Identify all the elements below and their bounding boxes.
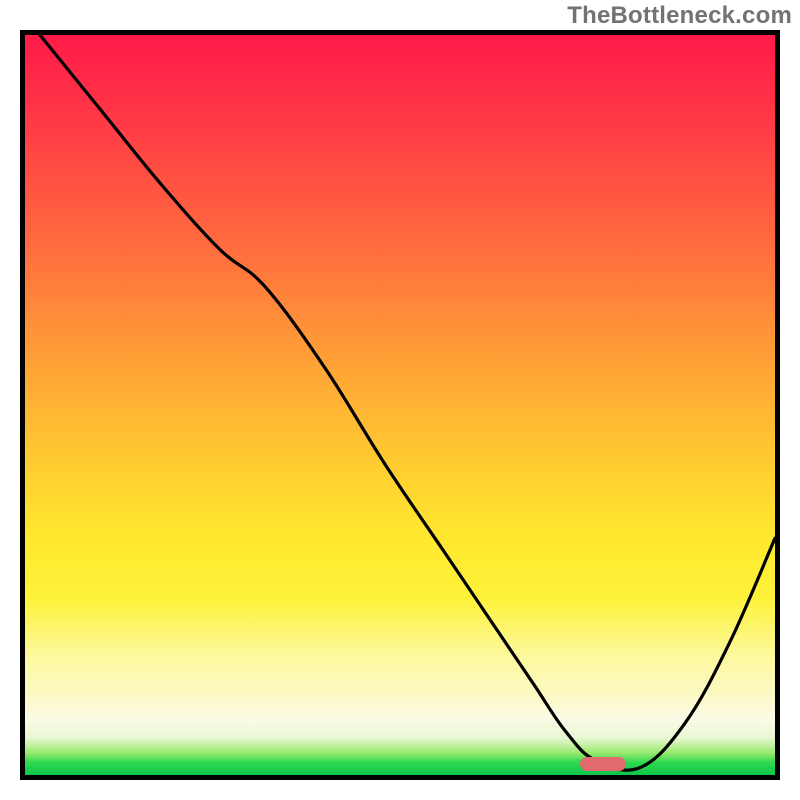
plot-area <box>20 30 780 780</box>
gradient-background <box>25 35 775 775</box>
optimal-marker <box>580 757 626 771</box>
watermark-text: TheBottleneck.com <box>567 2 792 30</box>
chart-stage: TheBottleneck.com <box>0 0 800 800</box>
